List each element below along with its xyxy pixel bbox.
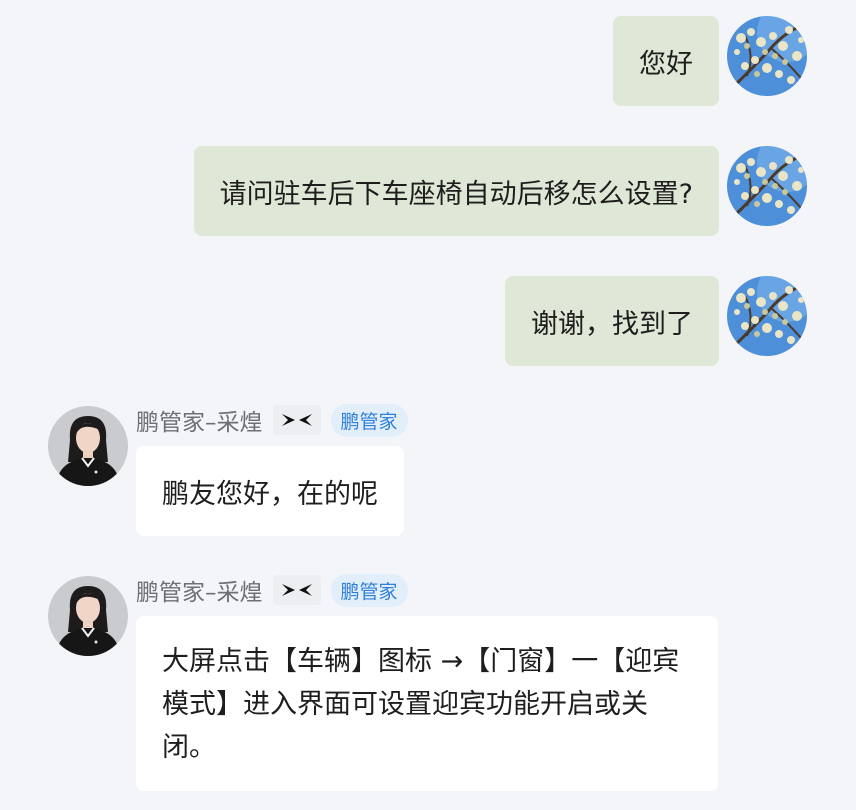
agent-portrait-avatar-icon[interactable] (48, 576, 128, 656)
user-message-bubble[interactable]: 您好 (613, 16, 719, 106)
agent-message-bubble[interactable]: 鹏友您好，在的呢 (136, 446, 404, 536)
xpeng-logo-icon (272, 405, 321, 435)
message-text: 您好 (639, 48, 693, 80)
agent-name: 鹏管家–采煌 (136, 580, 263, 606)
agent-name: 鹏管家–采煌 (136, 410, 263, 436)
message-text: 鹏友您好，在的呢 (162, 478, 378, 510)
xpeng-logo-icon (272, 575, 321, 605)
blossom-sky-avatar-icon[interactable] (727, 146, 807, 226)
message-text: 谢谢，找到了 (531, 308, 693, 340)
blossom-sky-avatar-icon[interactable] (727, 276, 807, 356)
user-message-bubble[interactable]: 请问驻车后下车座椅自动后移怎么设置? (193, 146, 719, 236)
user-message-bubble[interactable]: 谢谢，找到了 (505, 276, 719, 366)
blossom-sky-avatar-icon[interactable] (727, 16, 807, 96)
agent-role-badge: 鹏管家 (330, 573, 408, 607)
agent-name-row: 鹏管家–采煌 鹏管家 (136, 403, 408, 437)
agent-name-row: 鹏管家–采煌 鹏管家 (136, 573, 408, 607)
message-text: 大屏点击【车辆】图标 →【门窗】一【迎宾模式】进入界面可设置迎宾功能开启或关闭。 (162, 646, 680, 763)
chat-thread: 您好 请问驻车后下车座椅自动后移怎么设置? 谢谢，找到了 鹏管家–采煌 鹏管家 … (0, 0, 856, 810)
message-text: 请问驻车后下车座椅自动后移怎么设置? (219, 178, 693, 210)
agent-role-badge: 鹏管家 (330, 403, 408, 437)
agent-portrait-avatar-icon[interactable] (48, 406, 128, 486)
agent-message-bubble[interactable]: 大屏点击【车辆】图标 →【门窗】一【迎宾模式】进入界面可设置迎宾功能开启或关闭。 (136, 616, 718, 791)
